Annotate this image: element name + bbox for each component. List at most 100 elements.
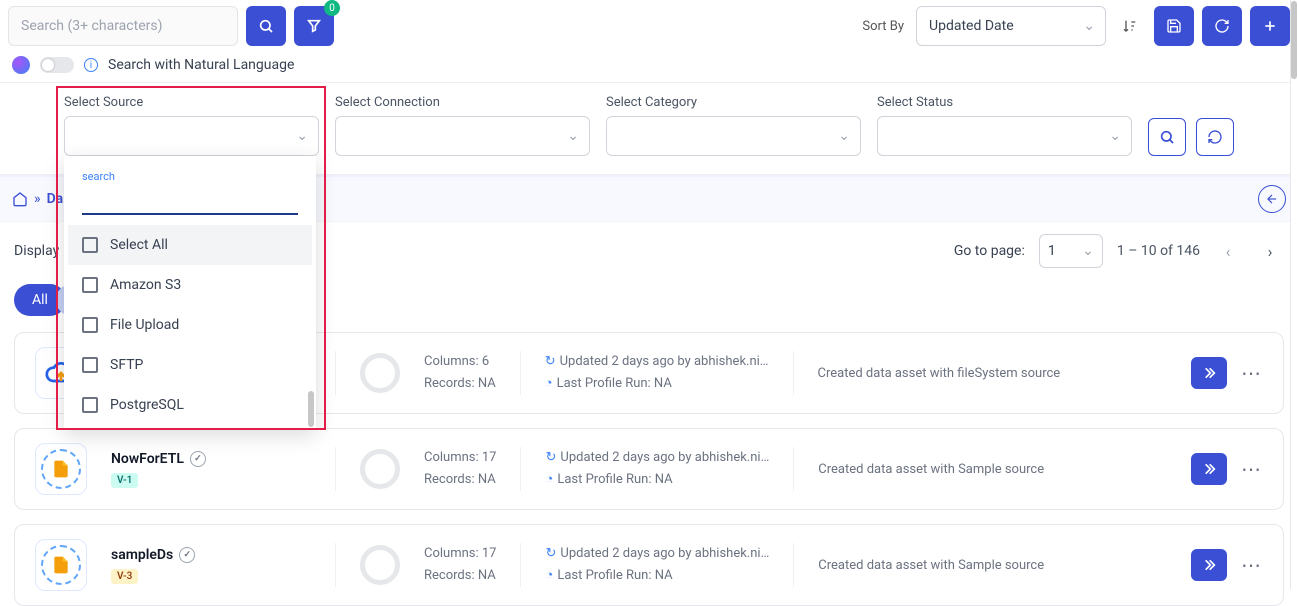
dropdown-item-select-all[interactable]: Select All: [68, 225, 312, 265]
run-button[interactable]: [1191, 357, 1227, 389]
chevron-down-icon: ⌄: [1083, 18, 1095, 34]
filter-status: Select Status ⌄: [877, 95, 1132, 156]
filter-count-badge: 0: [324, 0, 340, 16]
more-menu[interactable]: ⋯: [1241, 457, 1263, 481]
version-badge: V-3: [111, 569, 138, 584]
history-icon: ◔: [545, 568, 553, 583]
page-select[interactable]: 1 ⌄: [1039, 234, 1103, 268]
chevron-down-icon: ⌄: [1082, 243, 1094, 259]
refresh-icon: [1214, 18, 1230, 34]
sort-direction-button[interactable]: [1114, 6, 1146, 46]
page-value: 1: [1048, 243, 1056, 259]
prev-page-button[interactable]: ‹: [1214, 237, 1242, 265]
apply-filter-button[interactable]: [1148, 118, 1186, 156]
more-menu[interactable]: ⋯: [1241, 361, 1263, 385]
breadcrumb-item[interactable]: Da: [47, 191, 64, 207]
checkbox[interactable]: [82, 397, 98, 413]
filter-actions: [1148, 118, 1234, 156]
filter-icon: [306, 18, 322, 34]
double-chevron-right-icon: [1201, 365, 1217, 381]
arrow-left-icon: [1265, 192, 1279, 206]
chevron-down-icon: ⌄: [838, 128, 850, 144]
filter-category: Select Category ⌄: [606, 95, 861, 156]
filter-connection-label: Select Connection: [335, 95, 590, 110]
scrollbar-thumb[interactable]: [1291, 1, 1297, 79]
back-button[interactable]: [1258, 185, 1286, 213]
asset-created: Created data asset with Sample source: [818, 558, 1167, 573]
dropdown-item[interactable]: File Upload: [68, 305, 312, 345]
search-input[interactable]: [8, 6, 238, 46]
checkbox[interactable]: [82, 357, 98, 373]
home-icon[interactable]: [12, 191, 28, 207]
filter-button[interactable]: 0: [294, 6, 334, 46]
checkbox[interactable]: [82, 277, 98, 293]
run-button[interactable]: [1191, 453, 1227, 485]
ai-orb-icon: [12, 56, 30, 74]
display-label: Display: [14, 243, 59, 259]
next-page-button[interactable]: ›: [1256, 237, 1284, 265]
asset-meta: Columns: 17 Records: NA: [424, 447, 496, 491]
asset-updated: ↻Updated 2 days ago by abhishek.ni… ◔Las…: [545, 351, 769, 395]
asset-card: NowForETL✓ V-1 Columns: 17 Records: NA ↻…: [14, 428, 1284, 510]
save-button[interactable]: [1154, 6, 1194, 46]
clock-icon: ↻: [545, 450, 556, 465]
asset-meta: Columns: 6 Records: NA: [424, 351, 496, 395]
pager: Go to page: 1 ⌄ 1 – 10 of 146 ‹ ›: [954, 234, 1284, 268]
plus-icon: [1262, 18, 1278, 34]
document-icon: [51, 459, 71, 479]
asset-icon: [35, 539, 87, 591]
run-button[interactable]: [1191, 549, 1227, 581]
info-icon[interactable]: i: [84, 58, 98, 72]
more-menu[interactable]: ⋯: [1241, 553, 1263, 577]
filter-category-select[interactable]: ⌄: [606, 116, 861, 156]
sort-by-select[interactable]: Updated Date ⌄: [916, 6, 1106, 46]
search-icon: [258, 18, 274, 34]
save-icon: [1166, 18, 1182, 34]
clock-icon: ↻: [545, 546, 556, 561]
filter-status-select[interactable]: ⌄: [877, 116, 1132, 156]
asset-title-col: sampleDs✓ V-3: [111, 547, 311, 584]
chevron-down-icon: ⌄: [1109, 128, 1121, 144]
search-button[interactable]: [246, 6, 286, 46]
asset-card: sampleDs✓ V-3 Columns: 17 Records: NA ↻U…: [14, 524, 1284, 606]
source-dropdown: search Select All Amazon S3 File Upload …: [64, 156, 316, 429]
asset-actions: ⋯: [1191, 453, 1263, 485]
dropdown-scrollbar[interactable]: [308, 391, 314, 427]
page-range: 1 – 10 of 146: [1117, 243, 1200, 259]
dropdown-search-label: search: [68, 170, 312, 183]
sort-by-value: Updated Date: [929, 18, 1014, 34]
reset-filter-button[interactable]: [1196, 118, 1234, 156]
breadcrumb-separator: »: [34, 191, 41, 207]
chevron-down-icon: ⌄: [567, 128, 579, 144]
nl-search-label: Search with Natural Language: [108, 57, 294, 73]
history-icon: ◔: [545, 376, 553, 391]
dropdown-item[interactable]: PostgreSQL: [68, 385, 312, 425]
go-to-page-label: Go to page:: [954, 243, 1025, 259]
progress-circle: [360, 449, 400, 489]
nl-search-row: i Search with Natural Language: [0, 52, 1298, 82]
dropdown-search-input[interactable]: [82, 185, 298, 215]
filter-connection-select[interactable]: ⌄: [335, 116, 590, 156]
nl-toggle[interactable]: [40, 57, 74, 73]
filter-source-select[interactable]: ⌄: [64, 116, 319, 156]
top-bar: 0 Sort By Updated Date ⌄: [0, 0, 1298, 52]
refresh-button[interactable]: [1202, 6, 1242, 46]
filter-connection: Select Connection ⌄: [335, 95, 590, 156]
dropdown-item[interactable]: Amazon S3: [68, 265, 312, 305]
check-icon: ✓: [179, 547, 195, 563]
asset-meta: Columns: 17 Records: NA: [424, 543, 496, 587]
asset-title[interactable]: NowForETL✓: [111, 451, 311, 467]
asset-title[interactable]: sampleDs✓: [111, 547, 311, 563]
checkbox[interactable]: [82, 237, 98, 253]
add-button[interactable]: [1250, 6, 1290, 46]
asset-title-col: NowForETL✓ V-1: [111, 451, 311, 488]
double-chevron-right-icon: [1201, 557, 1217, 573]
asset-created: Created data asset with fileSystem sourc…: [818, 366, 1168, 381]
dropdown-item[interactable]: SFTP: [68, 345, 312, 385]
checkbox[interactable]: [82, 317, 98, 333]
check-icon: ✓: [190, 451, 206, 467]
filter-source-label: Select Source: [64, 95, 319, 110]
clock-icon: ↻: [545, 354, 556, 369]
document-icon: [51, 555, 71, 575]
sort-order-icon: [1122, 18, 1138, 34]
